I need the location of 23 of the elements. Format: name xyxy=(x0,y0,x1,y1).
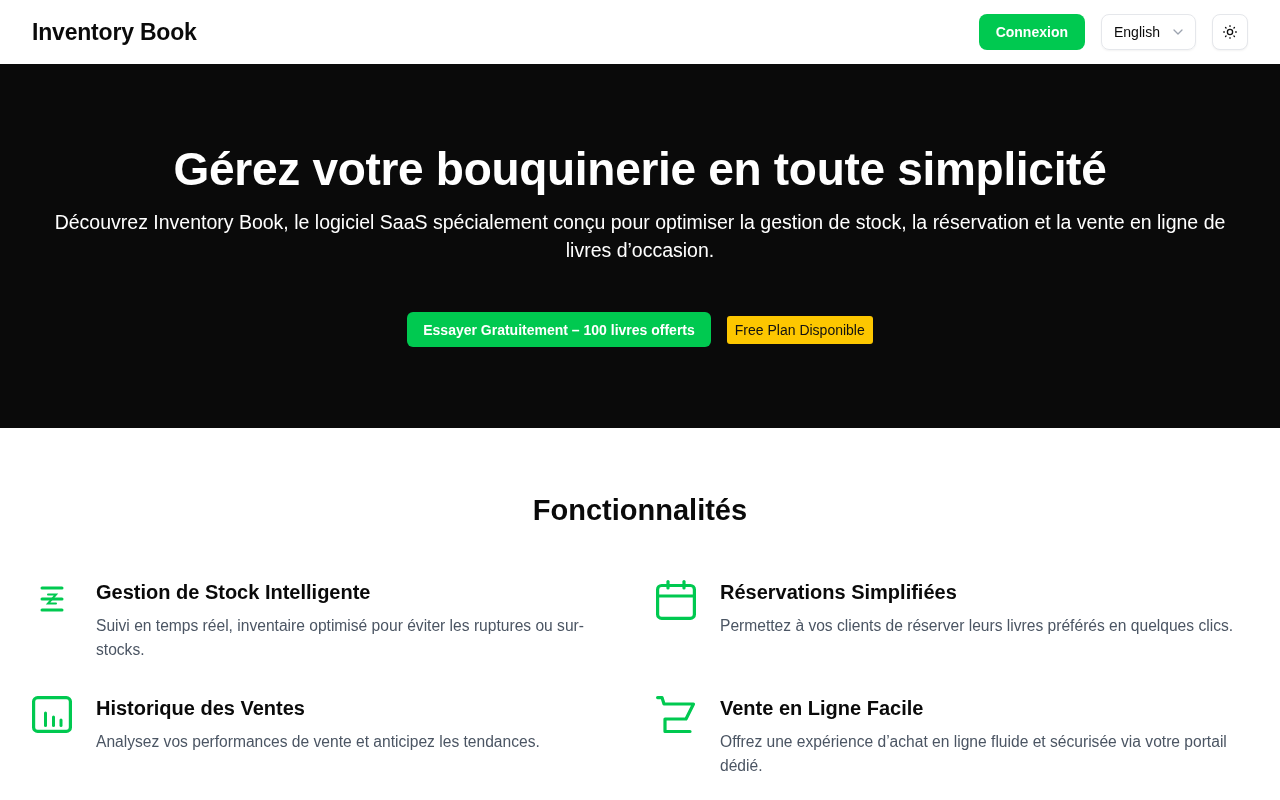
bar-chart-icon xyxy=(32,696,72,733)
sun-icon xyxy=(1223,25,1237,39)
features-heading: Fonctionnalités xyxy=(531,493,749,528)
cart-icon xyxy=(656,696,696,734)
feature-description: Permettez à vos clients de réserver leurs livres préférés en quelques clics. xyxy=(720,616,1235,636)
hero-title: Gérez votre bouquinerie en toute simplicité xyxy=(172,142,1108,196)
feature-description: Suivi en temps réel, inventaire optimisé pour éviter les ruptures ou sur-stocks. xyxy=(96,616,585,660)
feature-title: Réservations Simplifiées xyxy=(720,580,958,605)
chevron-down-icon xyxy=(1173,29,1183,35)
feature-title: Historique des Ventes xyxy=(96,696,306,721)
feature-description: Offrez une expérience d’achat en ligne fluide et sécurisée via votre portail dédié. xyxy=(720,732,1228,776)
calendar-icon xyxy=(656,580,696,620)
language-select[interactable]: English xyxy=(1101,14,1196,50)
free-plan-badge: Free Plan Disponible xyxy=(726,315,873,344)
stacked-bars-icon xyxy=(40,586,64,612)
feature-title: Vente en Ligne Facile xyxy=(720,696,925,721)
login-button[interactable]: Connexion xyxy=(978,14,1085,50)
free-trial-button[interactable]: Essayer Gratuitement – 100 livres offerts xyxy=(407,312,711,347)
feature-description: Analysez vos performances de vente et anticipez les tendances. xyxy=(96,732,541,752)
brand-title: Inventory Book xyxy=(32,18,197,46)
hero-subtitle: Découvrez Inventory Book, le logiciel SaaS spécialement conçu pour optimiser la gestion de stock, la réservation et la vente en ligne de livres d’occasion. xyxy=(53,210,1227,263)
theme-toggle-button[interactable] xyxy=(1212,14,1248,50)
feature-title: Gestion de Stock Intelligente xyxy=(96,580,372,605)
